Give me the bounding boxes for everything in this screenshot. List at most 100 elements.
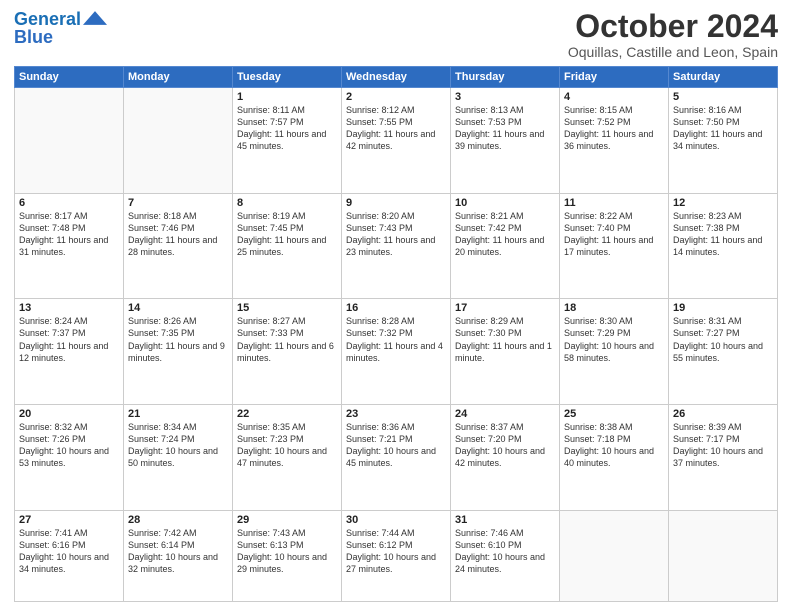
day-info: Sunrise: 7:46 AM Sunset: 6:10 PM Dayligh… (455, 527, 555, 576)
calendar-cell: 3Sunrise: 8:13 AM Sunset: 7:53 PM Daylig… (451, 88, 560, 194)
calendar-cell: 27Sunrise: 7:41 AM Sunset: 6:16 PM Dayli… (15, 510, 124, 601)
calendar-cell: 18Sunrise: 8:30 AM Sunset: 7:29 PM Dayli… (560, 299, 669, 405)
calendar-day-header: Tuesday (233, 67, 342, 88)
day-info: Sunrise: 8:26 AM Sunset: 7:35 PM Dayligh… (128, 315, 228, 364)
day-number: 27 (19, 514, 119, 526)
calendar-day-header: Saturday (669, 67, 778, 88)
calendar-cell (560, 510, 669, 601)
calendar-cell: 26Sunrise: 8:39 AM Sunset: 7:17 PM Dayli… (669, 405, 778, 511)
calendar-cell: 6Sunrise: 8:17 AM Sunset: 7:48 PM Daylig… (15, 193, 124, 299)
calendar-table: SundayMondayTuesdayWednesdayThursdayFrid… (14, 66, 778, 602)
day-number: 1 (237, 91, 337, 103)
day-info: Sunrise: 8:35 AM Sunset: 7:23 PM Dayligh… (237, 421, 337, 470)
day-number: 18 (564, 302, 664, 314)
calendar-day-header: Sunday (15, 67, 124, 88)
calendar-cell: 25Sunrise: 8:38 AM Sunset: 7:18 PM Dayli… (560, 405, 669, 511)
calendar-cell: 24Sunrise: 8:37 AM Sunset: 7:20 PM Dayli… (451, 405, 560, 511)
day-number: 19 (673, 302, 773, 314)
day-number: 28 (128, 514, 228, 526)
calendar-cell: 2Sunrise: 8:12 AM Sunset: 7:55 PM Daylig… (342, 88, 451, 194)
day-number: 21 (128, 408, 228, 420)
calendar-cell: 11Sunrise: 8:22 AM Sunset: 7:40 PM Dayli… (560, 193, 669, 299)
logo-blue: Blue (14, 28, 53, 46)
day-info: Sunrise: 8:19 AM Sunset: 7:45 PM Dayligh… (237, 210, 337, 259)
day-info: Sunrise: 8:21 AM Sunset: 7:42 PM Dayligh… (455, 210, 555, 259)
day-number: 4 (564, 91, 664, 103)
calendar-cell: 29Sunrise: 7:43 AM Sunset: 6:13 PM Dayli… (233, 510, 342, 601)
day-number: 20 (19, 408, 119, 420)
calendar-cell: 16Sunrise: 8:28 AM Sunset: 7:32 PM Dayli… (342, 299, 451, 405)
calendar-cell: 8Sunrise: 8:19 AM Sunset: 7:45 PM Daylig… (233, 193, 342, 299)
calendar-cell (15, 88, 124, 194)
day-info: Sunrise: 8:37 AM Sunset: 7:20 PM Dayligh… (455, 421, 555, 470)
calendar-cell: 9Sunrise: 8:20 AM Sunset: 7:43 PM Daylig… (342, 193, 451, 299)
day-info: Sunrise: 8:38 AM Sunset: 7:18 PM Dayligh… (564, 421, 664, 470)
logo: General Blue (14, 10, 107, 46)
calendar-cell: 22Sunrise: 8:35 AM Sunset: 7:23 PM Dayli… (233, 405, 342, 511)
day-number: 31 (455, 514, 555, 526)
day-info: Sunrise: 8:13 AM Sunset: 7:53 PM Dayligh… (455, 104, 555, 153)
day-number: 2 (346, 91, 446, 103)
day-info: Sunrise: 8:12 AM Sunset: 7:55 PM Dayligh… (346, 104, 446, 153)
day-info: Sunrise: 8:34 AM Sunset: 7:24 PM Dayligh… (128, 421, 228, 470)
day-info: Sunrise: 8:11 AM Sunset: 7:57 PM Dayligh… (237, 104, 337, 153)
calendar-cell: 12Sunrise: 8:23 AM Sunset: 7:38 PM Dayli… (669, 193, 778, 299)
calendar-cell: 21Sunrise: 8:34 AM Sunset: 7:24 PM Dayli… (124, 405, 233, 511)
day-info: Sunrise: 8:36 AM Sunset: 7:21 PM Dayligh… (346, 421, 446, 470)
day-number: 24 (455, 408, 555, 420)
calendar-day-header: Friday (560, 67, 669, 88)
day-number: 14 (128, 302, 228, 314)
day-info: Sunrise: 8:23 AM Sunset: 7:38 PM Dayligh… (673, 210, 773, 259)
calendar-cell: 28Sunrise: 7:42 AM Sunset: 6:14 PM Dayli… (124, 510, 233, 601)
calendar-cell: 4Sunrise: 8:15 AM Sunset: 7:52 PM Daylig… (560, 88, 669, 194)
day-number: 30 (346, 514, 446, 526)
calendar-cell: 7Sunrise: 8:18 AM Sunset: 7:46 PM Daylig… (124, 193, 233, 299)
calendar-cell: 10Sunrise: 8:21 AM Sunset: 7:42 PM Dayli… (451, 193, 560, 299)
calendar-week-row: 1Sunrise: 8:11 AM Sunset: 7:57 PM Daylig… (15, 88, 778, 194)
day-info: Sunrise: 8:31 AM Sunset: 7:27 PM Dayligh… (673, 315, 773, 364)
day-number: 13 (19, 302, 119, 314)
calendar-cell: 20Sunrise: 8:32 AM Sunset: 7:26 PM Dayli… (15, 405, 124, 511)
day-info: Sunrise: 8:17 AM Sunset: 7:48 PM Dayligh… (19, 210, 119, 259)
calendar-week-row: 13Sunrise: 8:24 AM Sunset: 7:37 PM Dayli… (15, 299, 778, 405)
calendar-day-header: Thursday (451, 67, 560, 88)
day-number: 8 (237, 197, 337, 209)
day-number: 11 (564, 197, 664, 209)
day-info: Sunrise: 8:16 AM Sunset: 7:50 PM Dayligh… (673, 104, 773, 153)
day-number: 29 (237, 514, 337, 526)
day-number: 23 (346, 408, 446, 420)
calendar-cell: 17Sunrise: 8:29 AM Sunset: 7:30 PM Dayli… (451, 299, 560, 405)
day-number: 26 (673, 408, 773, 420)
day-number: 12 (673, 197, 773, 209)
calendar-cell: 23Sunrise: 8:36 AM Sunset: 7:21 PM Dayli… (342, 405, 451, 511)
calendar-cell (669, 510, 778, 601)
day-info: Sunrise: 8:24 AM Sunset: 7:37 PM Dayligh… (19, 315, 119, 364)
day-info: Sunrise: 8:15 AM Sunset: 7:52 PM Dayligh… (564, 104, 664, 153)
day-number: 16 (346, 302, 446, 314)
day-number: 7 (128, 197, 228, 209)
day-info: Sunrise: 7:43 AM Sunset: 6:13 PM Dayligh… (237, 527, 337, 576)
month-title: October 2024 (568, 10, 778, 42)
day-info: Sunrise: 8:27 AM Sunset: 7:33 PM Dayligh… (237, 315, 337, 364)
calendar-cell (124, 88, 233, 194)
calendar-week-row: 20Sunrise: 8:32 AM Sunset: 7:26 PM Dayli… (15, 405, 778, 511)
calendar-cell: 15Sunrise: 8:27 AM Sunset: 7:33 PM Dayli… (233, 299, 342, 405)
day-number: 3 (455, 91, 555, 103)
calendar-day-header: Monday (124, 67, 233, 88)
day-info: Sunrise: 8:32 AM Sunset: 7:26 PM Dayligh… (19, 421, 119, 470)
day-number: 5 (673, 91, 773, 103)
calendar-cell: 1Sunrise: 8:11 AM Sunset: 7:57 PM Daylig… (233, 88, 342, 194)
day-number: 15 (237, 302, 337, 314)
day-info: Sunrise: 8:28 AM Sunset: 7:32 PM Dayligh… (346, 315, 446, 364)
day-number: 6 (19, 197, 119, 209)
day-number: 22 (237, 408, 337, 420)
calendar-cell: 31Sunrise: 7:46 AM Sunset: 6:10 PM Dayli… (451, 510, 560, 601)
location-subtitle: Oquillas, Castille and Leon, Spain (568, 44, 778, 60)
day-info: Sunrise: 8:30 AM Sunset: 7:29 PM Dayligh… (564, 315, 664, 364)
day-number: 25 (564, 408, 664, 420)
day-number: 10 (455, 197, 555, 209)
day-info: Sunrise: 8:22 AM Sunset: 7:40 PM Dayligh… (564, 210, 664, 259)
day-number: 17 (455, 302, 555, 314)
day-info: Sunrise: 8:39 AM Sunset: 7:17 PM Dayligh… (673, 421, 773, 470)
calendar-cell: 30Sunrise: 7:44 AM Sunset: 6:12 PM Dayli… (342, 510, 451, 601)
